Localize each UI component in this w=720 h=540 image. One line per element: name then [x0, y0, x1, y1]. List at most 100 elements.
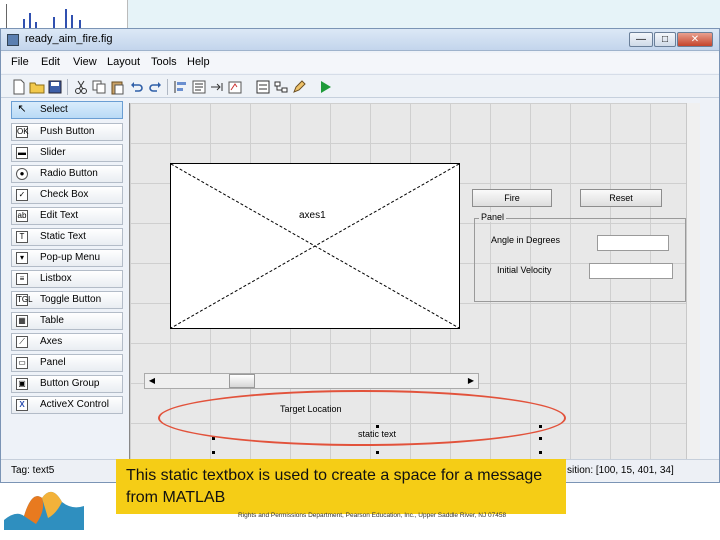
undo-icon[interactable]	[129, 79, 145, 95]
new-icon[interactable]	[11, 79, 27, 95]
maximize-button[interactable]: □	[654, 32, 676, 47]
panel-icon: ▭	[16, 357, 28, 369]
figure-icon	[7, 34, 19, 46]
palette-label: Check Box	[40, 189, 89, 200]
selection-handle[interactable]	[376, 451, 379, 454]
menu-edit[interactable]: Edit	[41, 56, 60, 68]
button-group-icon: ▣	[16, 378, 28, 390]
menu-layout[interactable]: Layout	[107, 56, 140, 68]
reset-button[interactable]: Reset	[580, 189, 662, 207]
window-title: ready_aim_fire.fig	[25, 33, 113, 45]
push-button-icon: OK	[16, 126, 29, 138]
save-icon[interactable]	[47, 79, 63, 95]
palette-label: Select	[40, 104, 68, 115]
open-icon[interactable]	[29, 79, 45, 95]
copyright-credit: Rights and Permissions Department, Pears…	[238, 512, 507, 519]
palette-button-group[interactable]: ▣ Button Group	[11, 375, 123, 393]
palette-panel[interactable]: ▭ Panel	[11, 354, 123, 372]
table-icon: ▦	[16, 315, 28, 327]
menu-help[interactable]: Help	[187, 56, 210, 68]
redo-icon[interactable]	[147, 79, 163, 95]
palette-check-box[interactable]: ✓ Check Box	[11, 186, 123, 204]
minimize-button[interactable]: —	[629, 32, 653, 47]
cut-icon[interactable]	[73, 79, 89, 95]
palette-static-text[interactable]: T Static Text	[11, 228, 123, 246]
copy-icon[interactable]	[91, 79, 107, 95]
input-panel[interactable]: Panel Angle in Degrees Initial Velocity	[474, 212, 686, 302]
palette-label: Listbox	[40, 273, 72, 284]
axes-icon: ⟋	[16, 336, 28, 348]
status-tag: Tag: text5	[11, 465, 55, 476]
selection-handle[interactable]	[212, 451, 215, 454]
paste-icon[interactable]	[109, 79, 125, 95]
selection-handle[interactable]	[539, 437, 542, 440]
palette-popup-menu[interactable]: ▾ Pop-up Menu	[11, 249, 123, 267]
vertical-scrollbar[interactable]	[686, 103, 700, 469]
align-icon[interactable]	[173, 79, 189, 95]
selection-handle[interactable]	[539, 451, 542, 454]
menu-file[interactable]: File	[11, 56, 29, 68]
object-browser-icon[interactable]	[273, 79, 289, 95]
radio-button-icon: ●	[16, 168, 28, 180]
palette-label: ActiveX Control	[40, 399, 109, 410]
palette-listbox[interactable]: ≡ Listbox	[11, 270, 123, 288]
palette-label: Axes	[40, 336, 63, 347]
angle-input[interactable]	[597, 235, 669, 251]
velocity-input[interactable]	[589, 263, 673, 279]
palette-label: Button Group	[40, 378, 100, 389]
palette-push-button[interactable]: OK Push Button	[11, 123, 123, 141]
background-histogram	[6, 4, 98, 30]
palette-edit-text[interactable]: ab Edit Text	[11, 207, 123, 225]
palette-select[interactable]: ↖ Select	[11, 101, 123, 119]
menu-editor-icon[interactable]	[191, 79, 207, 95]
highlight-oval	[158, 390, 566, 446]
menu-tools[interactable]: Tools	[151, 56, 177, 68]
velocity-label: Initial Velocity	[497, 265, 552, 275]
edit-text-icon: ab	[16, 210, 28, 222]
arrow-icon: ↖	[17, 103, 27, 115]
popup-menu-icon: ▾	[16, 252, 28, 264]
target-slider[interactable]: ◀ ▶	[144, 373, 479, 389]
activex-icon: X	[16, 399, 28, 411]
mfile-editor-icon[interactable]	[227, 79, 243, 95]
axes1-placeholder[interactable]: axes1	[170, 163, 460, 329]
slider-left-arrow-icon[interactable]: ◀	[145, 374, 159, 388]
callout-box: This static textbox is used to create a …	[116, 459, 566, 514]
static-text-icon: T	[16, 231, 28, 243]
palette-activex-control[interactable]: X ActiveX Control	[11, 396, 123, 414]
slider-icon: ▬	[16, 147, 28, 159]
palette-toggle-button[interactable]: TGL Toggle Button	[11, 291, 123, 309]
axes-cross-lines	[171, 164, 459, 328]
palette-label: Static Text	[40, 231, 86, 242]
title-bar: ready_aim_fire.fig — □ ✕	[1, 29, 719, 51]
close-button[interactable]: ✕	[677, 32, 713, 47]
palette-radio-button[interactable]: ● Radio Button	[11, 165, 123, 183]
property-inspector-icon[interactable]	[255, 79, 271, 95]
panel-title: Panel	[479, 212, 507, 222]
tab-order-icon[interactable]	[209, 79, 225, 95]
palette-label: Pop-up Menu	[40, 252, 101, 263]
status-position: sition: [100, 15, 401, 34]	[567, 465, 674, 476]
palette-label: Slider	[40, 147, 66, 158]
check-box-icon: ✓	[16, 189, 28, 201]
menu-bar: File Edit View Layout Tools Help	[1, 53, 719, 73]
listbox-icon: ≡	[16, 273, 28, 285]
slider-thumb[interactable]	[229, 374, 255, 388]
palette-slider[interactable]: ▬ Slider	[11, 144, 123, 162]
toolbar	[1, 74, 719, 98]
palette-label: Panel	[40, 357, 66, 368]
angle-label: Angle in Degrees	[491, 235, 561, 245]
palette-label: Table	[40, 315, 64, 326]
palette-table[interactable]: ▦ Table	[11, 312, 123, 330]
fire-button[interactable]: Fire	[472, 189, 552, 207]
run-icon[interactable]	[317, 79, 333, 95]
toggle-button-icon: TGL	[16, 294, 33, 306]
palette-label: Edit Text	[40, 210, 79, 221]
editor-icon[interactable]	[291, 79, 307, 95]
slider-right-arrow-icon[interactable]: ▶	[464, 374, 478, 388]
palette-label: Radio Button	[40, 168, 98, 179]
palette-axes[interactable]: ⟋ Axes	[11, 333, 123, 351]
palette-label: Toggle Button	[40, 294, 102, 305]
axes-tag-label: axes1	[299, 210, 326, 221]
menu-view[interactable]: View	[73, 56, 97, 68]
